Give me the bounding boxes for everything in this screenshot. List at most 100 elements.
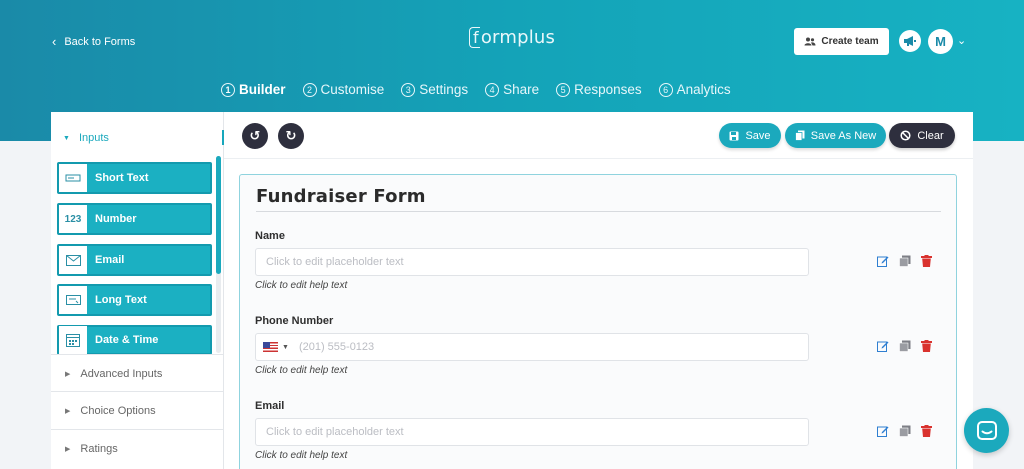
category-label: Ratings <box>80 442 118 455</box>
tab-responses[interactable]: 5 Responses <box>556 82 642 97</box>
tab-settings[interactable]: 3 Settings <box>401 82 468 97</box>
tab-share[interactable]: 4 Share <box>485 82 539 97</box>
clear-button[interactable]: Clear <box>889 123 955 148</box>
step-number: 2 <box>302 82 317 97</box>
redo-button[interactable]: ↻ <box>278 123 304 149</box>
ban-icon <box>900 130 911 141</box>
step-number: 4 <box>485 82 500 97</box>
undo-icon: ↺ <box>249 128 261 143</box>
advanced-inputs-category[interactable]: ▶ Advanced Inputs <box>51 354 223 392</box>
email-field-label[interactable]: Email <box>255 400 284 412</box>
trash-icon[interactable] <box>919 339 933 353</box>
avatar[interactable]: M <box>928 29 953 54</box>
caret-right-icon: ▶ <box>65 407 71 415</box>
caret-right-icon: ▶ <box>65 370 71 378</box>
date-time-field-button[interactable]: Date & Time <box>57 325 212 355</box>
step-label: Responses <box>574 82 642 97</box>
builder-steps-nav: 1 Builder 2 Customise 3 Settings 4 Share… <box>221 82 748 97</box>
step-number: 6 <box>658 82 673 97</box>
duplicate-icon[interactable] <box>898 339 912 353</box>
inputs-section-toggle[interactable]: ▼ Inputs <box>63 132 109 144</box>
step-number: 1 <box>221 82 235 97</box>
copy-icon <box>794 130 805 141</box>
phone-placeholder: (201) 555-0123 <box>298 341 375 353</box>
field-button-label: Email <box>95 254 125 266</box>
duplicate-icon[interactable] <box>898 424 912 438</box>
choice-options-category[interactable]: ▶ Choice Options <box>51 391 223 429</box>
long-text-icon <box>59 286 87 314</box>
trash-icon[interactable] <box>919 424 933 438</box>
step-label: Builder <box>239 82 286 97</box>
short-text-icon <box>59 164 87 192</box>
back-to-forms-link[interactable]: ‹ Back to Forms <box>52 34 135 49</box>
tab-analytics[interactable]: 6 Analytics <box>658 82 731 97</box>
step-label: Analytics <box>676 82 731 97</box>
long-text-field-button[interactable]: Long Text <box>57 284 212 316</box>
email-field-button[interactable]: Email <box>57 244 212 276</box>
create-team-label: Create team <box>821 36 879 47</box>
caret-down-icon: ▼ <box>63 134 70 142</box>
email-input[interactable]: Click to edit placeholder text <box>255 418 809 446</box>
ratings-category[interactable]: ▶ Ratings <box>51 429 223 467</box>
inputs-section-label: Inputs <box>78 132 109 144</box>
chat-widget-button[interactable] <box>964 408 1009 453</box>
logo-text: ormplus <box>480 27 556 48</box>
redo-icon: ↻ <box>285 128 297 143</box>
number-icon: 123 <box>59 205 87 233</box>
field-button-label: Number <box>95 213 137 225</box>
edit-icon[interactable] <box>876 424 890 438</box>
short-text-field-button[interactable]: Short Text <box>57 162 212 194</box>
envelope-icon <box>59 246 87 274</box>
step-number: 3 <box>401 82 416 97</box>
step-number: 5 <box>556 82 571 97</box>
edit-icon[interactable] <box>876 254 890 268</box>
title-divider <box>256 211 941 212</box>
undo-button[interactable]: ↺ <box>242 123 268 149</box>
formplus-logo[interactable]: f ormplus <box>469 27 555 48</box>
email-help-text[interactable]: Click to edit help text <box>255 450 347 461</box>
caret-down-icon[interactable]: ▼ <box>282 344 289 351</box>
save-as-new-button[interactable]: Save As New <box>785 123 886 148</box>
form-title[interactable]: Fundraiser Form <box>256 186 426 207</box>
tab-builder[interactable]: 1 Builder <box>221 82 286 97</box>
us-flag-icon[interactable] <box>263 342 278 352</box>
save-label: Save <box>745 129 771 142</box>
field-button-label: Long Text <box>95 294 147 306</box>
number-field-button[interactable]: 123 Number <box>57 203 212 235</box>
calendar-icon <box>59 326 87 354</box>
section-divider <box>222 130 224 145</box>
field-button-label: Short Text <box>95 172 149 184</box>
megaphone-icon[interactable] <box>899 30 921 52</box>
step-label: Settings <box>419 82 469 97</box>
clear-label: Clear <box>917 129 944 142</box>
fields-sidebar: ▼ Inputs Short Text 123 Number Email Lon… <box>51 112 224 469</box>
create-team-button[interactable]: Create team <box>794 28 889 55</box>
trash-icon[interactable] <box>919 254 933 268</box>
tab-customise[interactable]: 2 Customise <box>302 82 385 97</box>
sidebar-scrollbar-thumb[interactable] <box>216 156 221 274</box>
save-as-new-label: Save As New <box>810 129 877 142</box>
phone-field-label[interactable]: Phone Number <box>255 315 333 327</box>
category-label: Choice Options <box>80 404 156 417</box>
step-label: Share <box>503 82 540 97</box>
chat-icon <box>976 420 997 440</box>
edit-icon[interactable] <box>876 339 890 353</box>
chevron-left-icon: ‹ <box>52 34 57 49</box>
name-input[interactable]: Click to edit placeholder text <box>255 248 809 276</box>
duplicate-icon[interactable] <box>898 254 912 268</box>
field-button-label: Date & Time <box>95 334 159 346</box>
phone-help-text[interactable]: Click to edit help text <box>255 365 347 376</box>
phone-input[interactable]: ▼ (201) 555-0123 <box>255 333 809 361</box>
chevron-down-icon[interactable]: ⌄ <box>957 34 966 47</box>
logo-letter: f <box>469 27 480 48</box>
name-field-label[interactable]: Name <box>255 230 285 242</box>
floppy-icon <box>729 131 739 140</box>
save-button[interactable]: Save <box>719 123 781 148</box>
toolbar-divider <box>224 158 973 159</box>
caret-right-icon: ▶ <box>65 445 71 453</box>
step-label: Customise <box>320 82 385 97</box>
name-help-text[interactable]: Click to edit help text <box>255 280 347 291</box>
users-icon <box>804 37 816 46</box>
category-label: Advanced Inputs <box>80 367 163 380</box>
announcement-icon <box>904 36 916 46</box>
